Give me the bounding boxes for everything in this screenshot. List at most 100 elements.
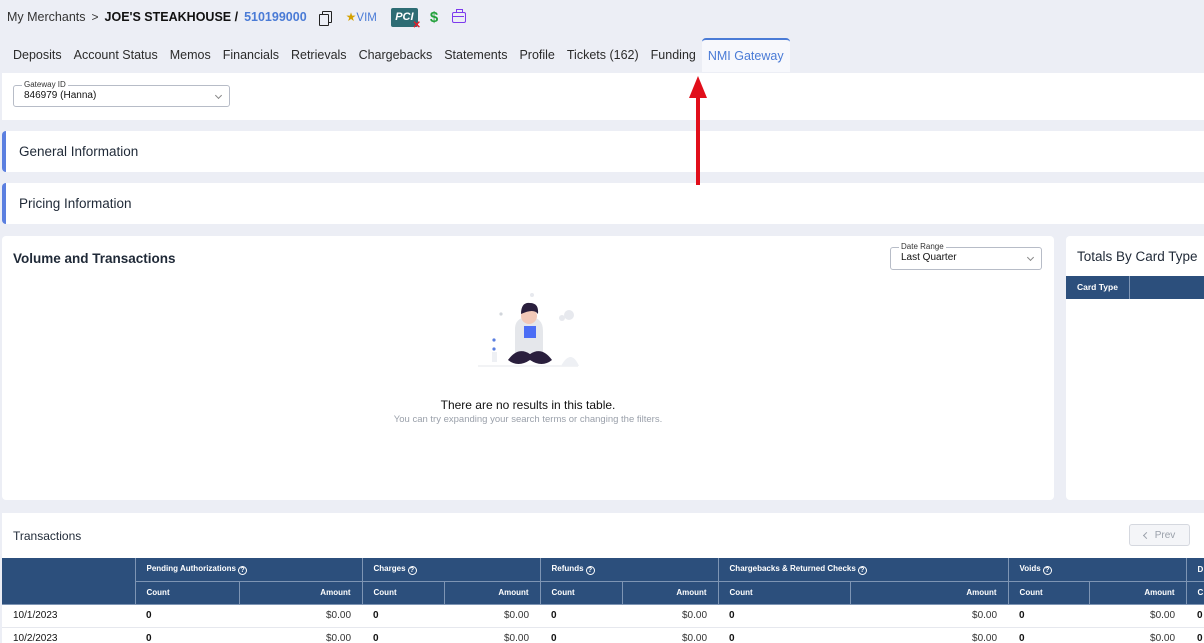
help-icon[interactable]: ?	[237, 565, 247, 575]
tab-bar: Deposits Account Status Memos Financials…	[7, 38, 790, 72]
empty-state-subtitle: You can try expanding your search terms …	[393, 414, 663, 425]
table-group-header-row: Pending Authorizations? Charges? Refunds…	[2, 558, 1204, 605]
pending-count: 0	[135, 604, 239, 628]
annotation-arrow-shaft	[696, 95, 700, 185]
tab-tickets[interactable]: Tickets (162)	[561, 38, 645, 72]
table-row[interactable]: 10/1/2023 0 $0.00 0 $0.00 0 $0.00 0 $0.0…	[2, 604, 1204, 628]
empty-state-title: There are no results in this table.	[440, 398, 616, 412]
voids-amount: $0.00	[1089, 604, 1187, 628]
card-type-column-header: Card Type	[1077, 282, 1118, 292]
amount-header: Amount	[622, 581, 719, 605]
totals-by-card-type-title: Totals By Card Type	[1077, 249, 1198, 264]
charges-amount: $0.00	[444, 627, 541, 643]
copy-icon[interactable]	[318, 10, 332, 26]
breadcrumb-my-merchants[interactable]: My Merchants	[7, 10, 86, 24]
chargebacks-returned-checks-header: Chargebacks & Returned Checks?	[718, 558, 1009, 582]
count-header: Count	[718, 581, 851, 605]
gateway-panel: Gateway ID 846979 (Hanna)	[2, 73, 1204, 120]
chevron-down-icon	[214, 91, 223, 100]
pricing-information-section[interactable]: Pricing Information	[2, 183, 1204, 224]
amount-header: Amount	[444, 581, 541, 605]
truncated-count: 0	[1186, 627, 1204, 643]
column-divider	[1129, 276, 1130, 299]
tab-deposits[interactable]: Deposits	[7, 38, 68, 72]
transactions-title: Transactions	[13, 529, 82, 543]
chargebacks-count: 0	[718, 627, 851, 643]
pending-authorizations-header: Pending Authorizations?	[135, 558, 363, 582]
date-column-header	[2, 558, 136, 605]
charges-count: 0	[362, 627, 445, 643]
breadcrumb: My Merchants > JOE'S STEAKHOUSE / 510199…	[7, 6, 467, 31]
count-header: Count	[540, 581, 623, 605]
tab-statements[interactable]: Statements	[438, 38, 513, 72]
help-icon[interactable]: ?	[407, 565, 417, 575]
charges-count: 0	[362, 604, 445, 628]
gateway-id-value: 846979 (Hanna)	[24, 90, 97, 101]
volume-transactions-card: Volume and Transactions Date Range Last …	[2, 236, 1054, 500]
chevron-down-icon	[1026, 253, 1035, 262]
table-row[interactable]: 10/2/2023 0 $0.00 0 $0.00 0 $0.00 0 $0.0…	[2, 627, 1204, 643]
merchant-name: JOE'S STEAKHOUSE /	[104, 10, 239, 24]
prev-label: Prev	[1154, 529, 1176, 541]
date-range-value: Last Quarter	[901, 252, 957, 263]
amount-header: Amount	[1089, 581, 1187, 605]
help-icon[interactable]: ?	[857, 565, 867, 575]
count-header: Count	[135, 581, 240, 605]
tab-funding[interactable]: Funding	[645, 38, 702, 72]
voids-count: 0	[1008, 627, 1090, 643]
refunds-header: Refunds?	[540, 558, 719, 582]
table-subheader-row: Count Amount Count Amount Count Amount C…	[2, 581, 1204, 605]
chevron-left-icon	[1142, 531, 1150, 539]
row-date: 10/2/2023	[2, 627, 135, 643]
pending-count: 0	[135, 627, 239, 643]
general-information-section[interactable]: General Information	[2, 131, 1204, 172]
date-range-select[interactable]: Date Range Last Quarter	[890, 241, 1042, 270]
amount-header: Amount	[239, 581, 363, 605]
help-icon[interactable]: ?	[585, 565, 595, 575]
voids-header: Voids?	[1008, 558, 1187, 582]
count-header: Count	[362, 581, 445, 605]
tab-account-status[interactable]: Account Status	[68, 38, 164, 72]
dollar-icon[interactable]: $	[430, 9, 438, 26]
truncated-count-header: C	[1186, 581, 1204, 605]
empty-state-illustration	[478, 293, 579, 367]
gateway-id-select[interactable]: Gateway ID 846979 (Hanna)	[13, 79, 230, 107]
tab-memos[interactable]: Memos	[164, 38, 217, 72]
truncated-group-header: D	[1186, 558, 1204, 582]
prev-page-button[interactable]: Prev	[1129, 524, 1190, 546]
chargebacks-count: 0	[718, 604, 851, 628]
refunds-count: 0	[540, 604, 623, 628]
tab-profile[interactable]: Profile	[513, 38, 560, 72]
voids-amount: $0.00	[1089, 627, 1187, 643]
pci-icon: PCI ✕	[390, 7, 421, 31]
volume-transactions-title: Volume and Transactions	[13, 251, 176, 266]
tab-nmi-gateway[interactable]: NMI Gateway	[701, 38, 790, 72]
vim-label: VIM	[356, 12, 377, 24]
voids-count: 0	[1008, 604, 1090, 628]
tab-retrievals[interactable]: Retrievals	[285, 38, 353, 72]
general-information-title: General Information	[19, 144, 139, 159]
chargebacks-amount: $0.00	[850, 604, 1009, 628]
tab-financials[interactable]: Financials	[217, 38, 285, 72]
pricing-information-title: Pricing Information	[19, 196, 132, 211]
refunds-amount: $0.00	[622, 627, 719, 643]
refunds-count: 0	[540, 627, 623, 643]
charges-amount: $0.00	[444, 604, 541, 628]
pci-x-mark: ✕	[412, 19, 421, 31]
pci-label: PCI	[395, 11, 414, 23]
totals-by-card-type-card: Totals By Card Type Card Type	[1066, 236, 1204, 500]
pending-amount: $0.00	[239, 627, 363, 643]
truncated-count: 0	[1186, 604, 1204, 628]
star-icon: ★	[345, 10, 357, 24]
briefcase-icon[interactable]	[452, 8, 467, 23]
count-header: Count	[1008, 581, 1090, 605]
tab-chargebacks[interactable]: Chargebacks	[353, 38, 439, 72]
chargebacks-amount: $0.00	[850, 627, 1009, 643]
row-date: 10/1/2023	[2, 604, 135, 628]
amount-header: Amount	[850, 581, 1009, 605]
refunds-amount: $0.00	[622, 604, 719, 628]
charges-header: Charges?	[362, 558, 541, 582]
vim-badge: ★VIM	[346, 10, 377, 24]
help-icon[interactable]: ?	[1042, 565, 1052, 575]
transactions-table: Pending Authorizations? Charges? Refunds…	[2, 558, 1204, 643]
